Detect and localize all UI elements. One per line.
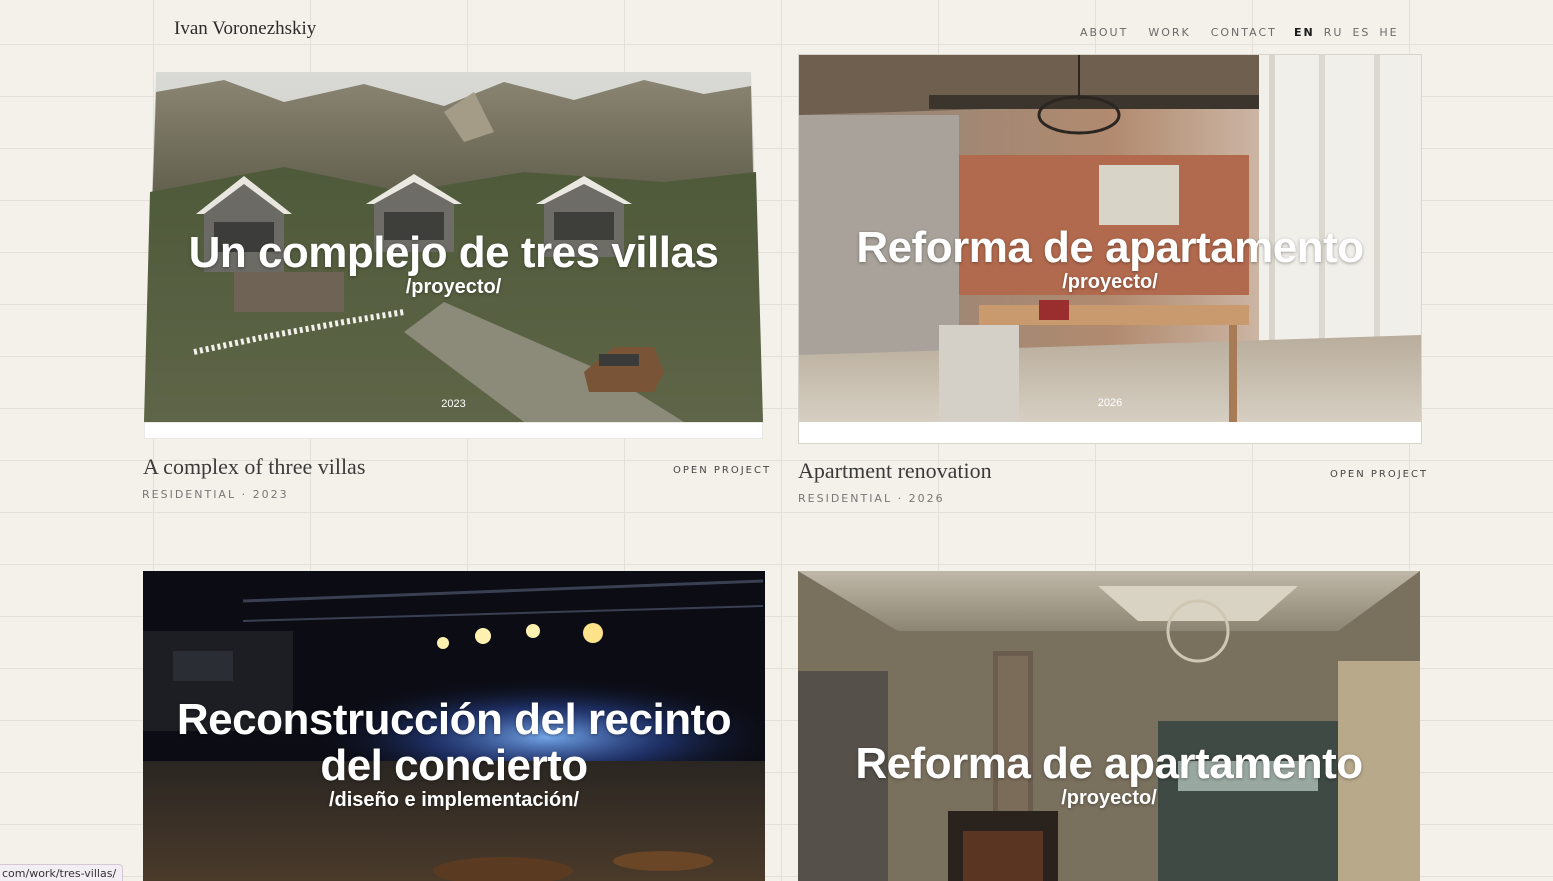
nav-contact[interactable]: CONTACT: [1211, 26, 1277, 39]
project-title-villas[interactable]: A complex of three villas: [143, 454, 365, 480]
project-meta-apartment: RESIDENTIAL · 2026: [798, 492, 945, 505]
overlay-subtitle: /diseño e implementación/: [328, 789, 580, 811]
project-card-image-apartment-2[interactable]: Reforma de apartamento /proyecto/: [798, 571, 1420, 881]
overlay-villas: Un complejo de tres villas /proyecto/: [144, 230, 763, 299]
overlay-year: 2023: [441, 398, 466, 410]
overlay-year: 2026: [1097, 397, 1123, 409]
overlay-concert: Reconstrucción del recinto del concierto…: [143, 697, 765, 812]
overlay-title: Reforma de apartamento: [856, 223, 1364, 272]
open-project-link-villas[interactable]: OPEN PROJECT: [673, 465, 771, 476]
overlay-subtitle: /proyecto/: [1061, 787, 1157, 809]
apartment-2-photo: [798, 571, 1420, 881]
overlay-title: Reforma de apartamento: [855, 739, 1363, 788]
lang-he[interactable]: HE: [1379, 26, 1398, 39]
project-title-apartment[interactable]: Apartment renovation: [798, 458, 992, 484]
project-card-image-villas[interactable]: Un complejo de tres villas /proyecto/ 20…: [144, 72, 763, 439]
nav-work[interactable]: WORK: [1148, 26, 1190, 39]
lang-es[interactable]: ES: [1352, 26, 1370, 39]
project-card-image-concert[interactable]: Reconstrucción del recinto del concierto…: [143, 571, 765, 881]
project-meta-villas: RESIDENTIAL · 2023: [142, 488, 289, 501]
language-switcher: EN RU ES HE: [1294, 26, 1399, 39]
overlay-title: Un complejo de tres villas: [188, 228, 719, 277]
open-project-link-apartment[interactable]: OPEN PROJECT: [1330, 469, 1428, 480]
project-card-image-apartment[interactable]: Reforma de apartamento /proyecto/ 2026: [798, 54, 1422, 444]
main-nav: ABOUT WORK CONTACT: [1080, 26, 1277, 39]
site-name[interactable]: Ivan Voronezhskiy: [174, 18, 316, 40]
lang-en[interactable]: EN: [1294, 26, 1315, 39]
status-bar-url: com/work/tres-villas/: [0, 864, 124, 881]
overlay-title-line1: Reconstrucción del recinto: [176, 695, 732, 744]
overlay-title-line2: del concierto: [320, 741, 588, 790]
overlay-subtitle: /proyecto/: [405, 276, 502, 298]
nav-about[interactable]: ABOUT: [1080, 26, 1128, 39]
overlay-apartment-2: Reforma de apartamento /proyecto/: [798, 741, 1420, 810]
overlay-subtitle: /proyecto/: [1062, 271, 1158, 293]
overlay-apartment: Reforma de apartamento /proyecto/: [799, 225, 1421, 294]
lang-ru[interactable]: RU: [1324, 26, 1344, 39]
